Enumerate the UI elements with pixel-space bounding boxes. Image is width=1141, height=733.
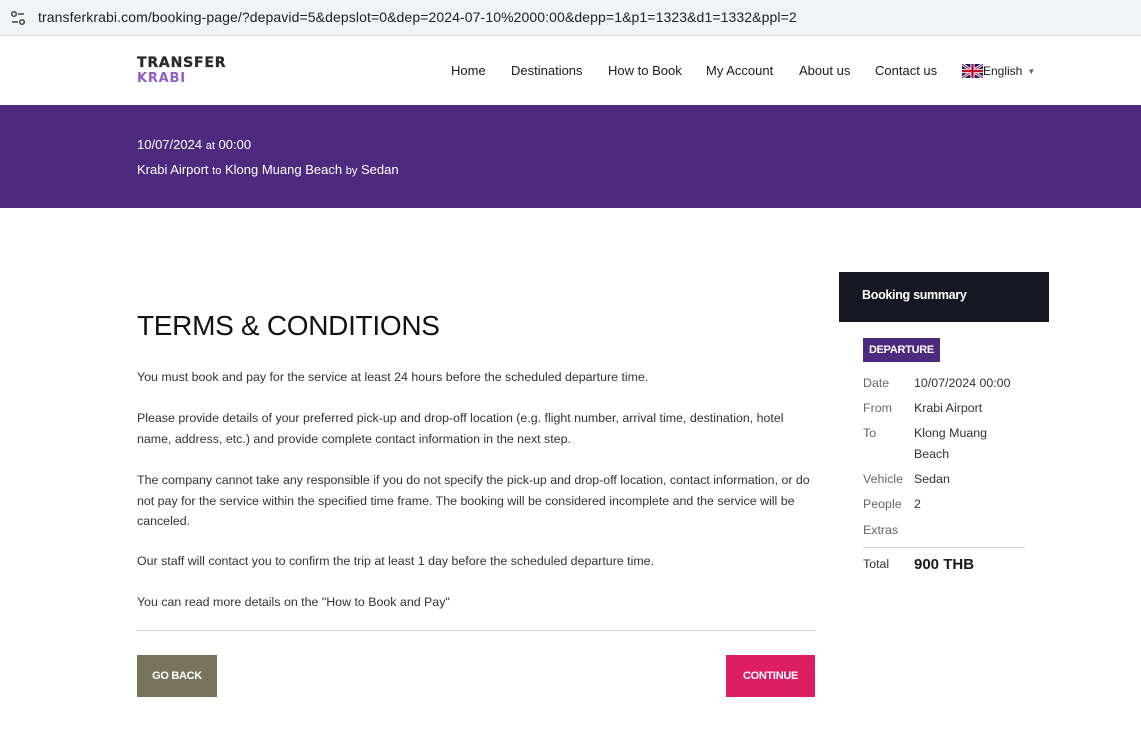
summary-value: 2 bbox=[914, 497, 921, 511]
trip-vehicle: Sedan bbox=[360, 162, 399, 177]
nav-my-account[interactable]: My Account bbox=[706, 63, 773, 78]
departure-badge: DEPARTURE bbox=[863, 338, 940, 362]
to-word: to bbox=[212, 165, 222, 177]
by-word: by bbox=[345, 165, 358, 177]
url-field[interactable]: transferkrabi.com/booking-page/?depavid=… bbox=[38, 9, 797, 25]
summary-value: Klong Muang Beach bbox=[914, 426, 988, 461]
logo-text-top: TRANSFER bbox=[137, 55, 227, 71]
summary-key: To bbox=[863, 426, 877, 440]
go-back-button[interactable]: GO BACK bbox=[137, 655, 217, 697]
nav-about-us[interactable]: About us bbox=[799, 63, 850, 78]
nav-destinations[interactable]: Destinations bbox=[511, 63, 583, 78]
summary-key: Extras bbox=[863, 523, 899, 537]
summary-value: Krabi Airport bbox=[914, 401, 983, 415]
browser-address-bar: transferkrabi.com/booking-page/?depavid=… bbox=[0, 0, 1141, 36]
nav-home[interactable]: Home bbox=[451, 63, 486, 78]
site-info-icon[interactable] bbox=[8, 8, 28, 28]
summary-key: Date bbox=[863, 376, 890, 390]
terms-paragraph: The company cannot take any responsible … bbox=[137, 473, 810, 528]
trip-datetime: 10/07/2024 at 00:00 bbox=[137, 137, 251, 152]
booking-summary-header: Booking summary bbox=[839, 272, 1049, 322]
trip-date: 10/07/2024 bbox=[137, 137, 203, 152]
nav-how-to-book[interactable]: How to Book bbox=[608, 63, 682, 78]
nav-contact-us[interactable]: Contact us bbox=[875, 63, 937, 78]
site-logo[interactable]: TRANSFER KRABI bbox=[137, 56, 226, 86]
continue-button[interactable]: CONTINUE bbox=[726, 655, 815, 697]
summary-divider bbox=[863, 547, 1025, 548]
trip-route: Krabi Airport to Klong Muang Beach by Se… bbox=[137, 162, 399, 177]
site-header: TRANSFER KRABI Home Destinations How to … bbox=[0, 36, 1141, 105]
terms-paragraph: Our staff will contact you to confirm th… bbox=[137, 554, 655, 568]
trip-time: 00:00 bbox=[218, 137, 252, 152]
at-word: at bbox=[205, 140, 215, 152]
page-title: TERMS & CONDITIONS bbox=[137, 310, 440, 341]
summary-value: 10/07/2024 00:00 bbox=[914, 376, 1011, 390]
trip-to: Klong Muang Beach bbox=[224, 162, 343, 177]
summary-key: People bbox=[863, 497, 902, 511]
terms-paragraph: Please provide details of your preferred… bbox=[137, 411, 784, 446]
terms-paragraph: You must book and pay for the service at… bbox=[137, 370, 649, 384]
booking-summary-title: Booking summary bbox=[862, 288, 967, 302]
content-divider bbox=[137, 630, 815, 631]
summary-key: From bbox=[863, 401, 892, 415]
language-selector[interactable]: English ▼ bbox=[962, 64, 1035, 78]
summary-key: Vehicle bbox=[863, 472, 903, 486]
total-label: Total bbox=[863, 557, 890, 571]
uk-flag-icon bbox=[962, 64, 983, 78]
trip-banner: 10/07/2024 at 00:00 Krabi Airport to Klo… bbox=[0, 105, 1141, 208]
summary-value: Sedan bbox=[914, 472, 950, 486]
logo-text-bottom: KRABI bbox=[137, 71, 186, 86]
language-label: English bbox=[983, 64, 1023, 78]
trip-from: Krabi Airport bbox=[137, 162, 209, 177]
caret-down-icon: ▼ bbox=[1027, 66, 1036, 76]
total-price: 900 THB bbox=[914, 556, 975, 573]
terms-paragraph: You can read more details on the "How to… bbox=[137, 595, 450, 609]
